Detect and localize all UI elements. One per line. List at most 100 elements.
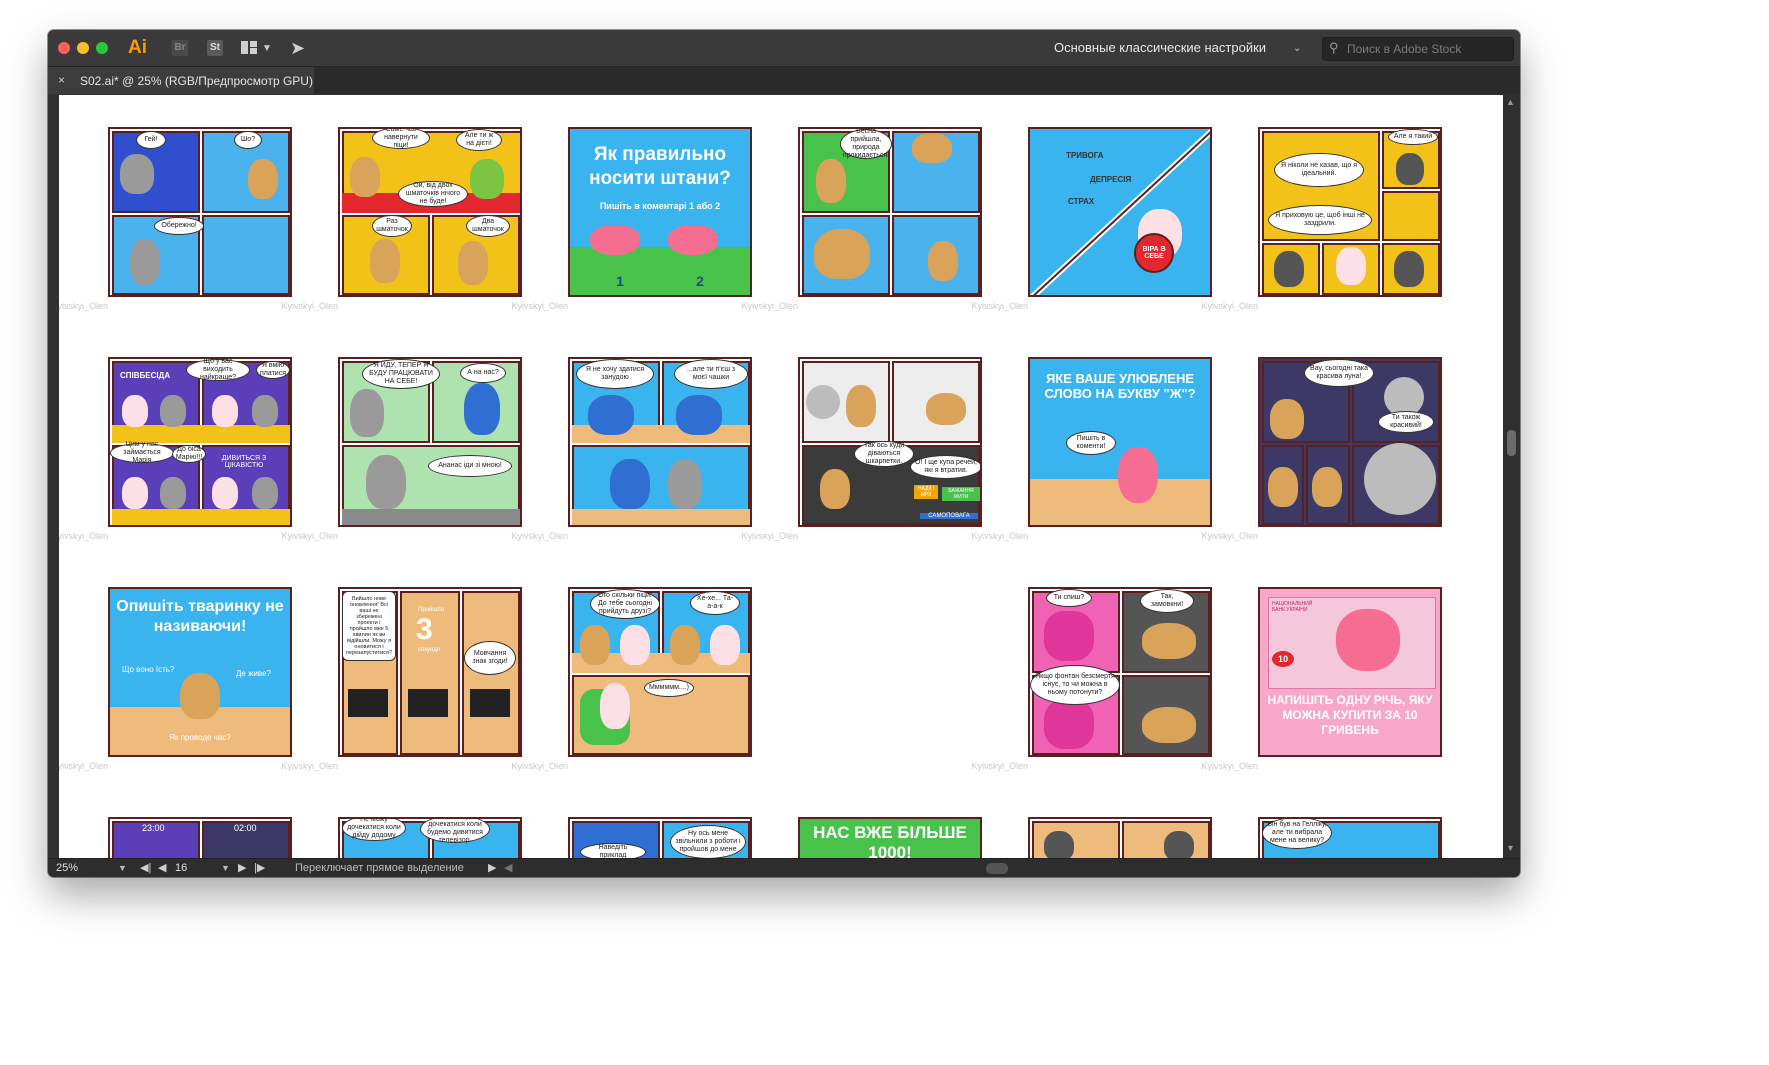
note-value: 10 [1272, 651, 1294, 667]
speech-bubble: Пишіть в коменти! [1066, 431, 1116, 455]
speech-bubble: Не можу дочекатися коли дійду додому [342, 819, 406, 841]
question-text: Де живе? [236, 669, 271, 678]
author-credit: Kyivskyi_Olen [741, 531, 798, 541]
document-tab[interactable]: × S02.ai* @ 25% (RGB/Предпросмотр GPU) [48, 67, 314, 94]
speech-bubble: Мммммм....) [644, 679, 694, 697]
speech-bubble: Я ЙДУ, ТЕПЕР Я БУДУ ПРАЦЮВАТИ НА СЕБЕ! [362, 359, 440, 389]
search-placeholder: Поиск в Adobe Stock [1347, 42, 1462, 56]
zoom-level-field[interactable]: 25% [56, 862, 112, 875]
speech-bubble: Мовчання знак згоди! [464, 641, 516, 675]
speech-bubble: Але ти ж на дієті! [456, 129, 502, 151]
arrow-label: СТРАХ [1068, 197, 1095, 206]
speech-bubble: До біса Марію!!! [172, 445, 206, 463]
workspace-switcher[interactable]: Основные классические настройки [1054, 40, 1266, 55]
laptop-icon [408, 689, 448, 717]
diagonal-divider [1030, 129, 1210, 295]
speech-bubble: Я приховую це, щоб інші не заздрили. [1268, 205, 1372, 235]
author-credit: Kyivskyi_Olen [59, 531, 108, 541]
illustrator-logo: Ai [128, 37, 147, 58]
search-icon: ⚲ [1329, 40, 1339, 55]
stock-icon[interactable]: St [207, 40, 223, 56]
speech-bubble: Він був на Гелліку, але ти вибрала мене … [1262, 819, 1332, 849]
comic-title: НАС ВЖЕ БІЛЬШЕ 1000! [813, 823, 967, 858]
scroll-left-icon[interactable]: ◀ [504, 861, 512, 874]
clock-time: 02:00 [234, 823, 257, 833]
speech-bubble: Весна прийшла, природа прокидається! [840, 129, 892, 159]
artboard-number-field[interactable]: 16 [175, 862, 219, 874]
speech-bubble: Якщо фонтан безсмертя існує, то чи можна… [1030, 665, 1120, 705]
chevron-down-icon[interactable]: ⌄ [1293, 43, 1301, 54]
speech-bubble: Не можу дочекатися коли будемо дивитися … [420, 819, 490, 844]
horizontal-scroll-thumb[interactable] [986, 863, 1008, 874]
speech-bubble: Ти спиш? [1046, 589, 1092, 607]
speech-bubble: Наведіть приклад [580, 843, 646, 858]
speech-bubble: Ой, від двох шматочків нічого не буде! [398, 181, 468, 207]
laptop-icon [348, 689, 388, 717]
status-menu-icon[interactable]: ▶ [488, 861, 496, 874]
author-credit: Kyivskyi_Olen [1201, 301, 1258, 311]
previous-artboard-icon[interactable]: ◀ [158, 861, 166, 874]
speech-bubble: Два шматочок [466, 215, 510, 237]
document-tab-bar: × S02.ai* @ 25% (RGB/Предпросмотр GPU) [48, 67, 1520, 94]
send-icon[interactable]: ➤ [290, 38, 305, 59]
speech-bubble: Обережно! [154, 217, 204, 235]
minimize-window-button[interactable] [77, 42, 89, 54]
first-artboard-icon[interactable]: ◀| [140, 861, 151, 874]
last-artboard-icon[interactable]: |▶ [254, 861, 265, 874]
next-artboard-icon[interactable]: ▶ [238, 861, 246, 874]
scroll-thumb[interactable] [1507, 430, 1516, 456]
author-credit: Kyivskyi_Olen [971, 301, 1028, 311]
author-credit: Kyivskyi_Olen [59, 301, 108, 311]
status-bar: 25% ▼ ◀| ◀ 16 ▼ ▶ |▶ Переключает прямое … [48, 858, 1520, 877]
speech-bubble: Ананас іди зі мною! [428, 455, 512, 477]
clock-time: 23:00 [142, 823, 165, 833]
speech-bubble: Вийшло нове оновлення! Всі ваші не збере… [342, 591, 396, 661]
author-credit: Kyivskyi_Olen [511, 301, 568, 311]
document-tab-label: S02.ai* @ 25% (RGB/Предпросмотр GPU) [80, 74, 313, 88]
illustrator-window: Ai Br St ▼ ➤ Основные классические настр… [48, 30, 1520, 877]
stock-search-input[interactable]: ⚲ Поиск в Adobe Stock [1322, 37, 1514, 61]
vertical-scrollbar[interactable]: ▲ ▼ [1503, 95, 1520, 858]
comic-title: Як правильно носити штани? [589, 144, 731, 189]
speech-bubble: Гей! [136, 131, 166, 149]
comic-title: НАПИШІТЬ ОДНУ РІЧЬ, ЯКУ МОЖНА КУПИТИ ЗА … [1267, 693, 1433, 737]
author-credit: Kyivskyi_Olen [281, 301, 338, 311]
speech-bubble: Хе-хе... Та-а-а-к [690, 591, 740, 615]
bank-label: НАЦІОНАЛЬНИЙ БАНК УКРАЇНИ [1272, 601, 1313, 613]
speech-bubble: Вау, сьогодні така красива луна! [1304, 359, 1374, 387]
author-credit: Kyivskyi_Olen [281, 531, 338, 541]
chevron-down-icon[interactable]: ▼ [221, 863, 230, 873]
author-credit: Kyivskyi_Olen [1201, 761, 1258, 771]
question-text: Як проводе час? [169, 733, 231, 742]
arrange-documents-icon[interactable] [241, 41, 257, 54]
item-tag: САМОПОВАГА [920, 513, 978, 519]
comic-title: Опишіть тваринку не називаючи! [116, 598, 284, 635]
chevron-down-icon[interactable]: ▼ [262, 43, 272, 54]
scroll-down-icon[interactable]: ▼ [1506, 843, 1515, 853]
speech-bubble: Саме час наверну­ти піци! [372, 129, 430, 149]
speech-bubble: О! І ще купа речей, які я втратив. [910, 455, 980, 479]
title-bar: Ai Br St ▼ ➤ Основные классические настр… [48, 30, 1520, 67]
author-credit: Kyivskyi_Olen [971, 531, 1028, 541]
speech-bubble: Так, замовкни! [1140, 589, 1194, 613]
laptop-icon [470, 689, 510, 717]
arrow-label: ТРИВОГА [1066, 151, 1104, 160]
close-tab-icon[interactable]: × [58, 73, 65, 87]
scroll-up-icon[interactable]: ▲ [1506, 97, 1515, 107]
maximize-window-button[interactable] [96, 42, 108, 54]
timer-label: секунди [418, 647, 441, 653]
artboard-canvas[interactable]: Гей! Шо? Обережно! Kyivskyi_Olen Саме ча… [59, 95, 1503, 858]
author-credit: Kyivskyi_Olen [741, 301, 798, 311]
close-window-button[interactable] [58, 42, 70, 54]
author-credit: Kyivskyi_Olen [511, 761, 568, 771]
author-credit: Kyivskyi_Olen [1201, 531, 1258, 541]
speech-bubble: Раз шматочок [372, 215, 412, 237]
author-credit: Kyivskyi_Olen [281, 761, 338, 771]
bridge-icon[interactable]: Br [172, 40, 188, 56]
speech-bubble: Я вмію платися [256, 361, 290, 379]
chevron-down-icon[interactable]: ▼ [118, 863, 127, 873]
speech-bubble: Так ось куди діваються шкарпетки. [854, 441, 914, 467]
author-credit: Kyivskyi_Olen [971, 761, 1028, 771]
comic-subtitle: Пишіть в коментарі 1 або 2 [599, 201, 721, 211]
author-credit: Kyivskyi_Olen [511, 531, 568, 541]
